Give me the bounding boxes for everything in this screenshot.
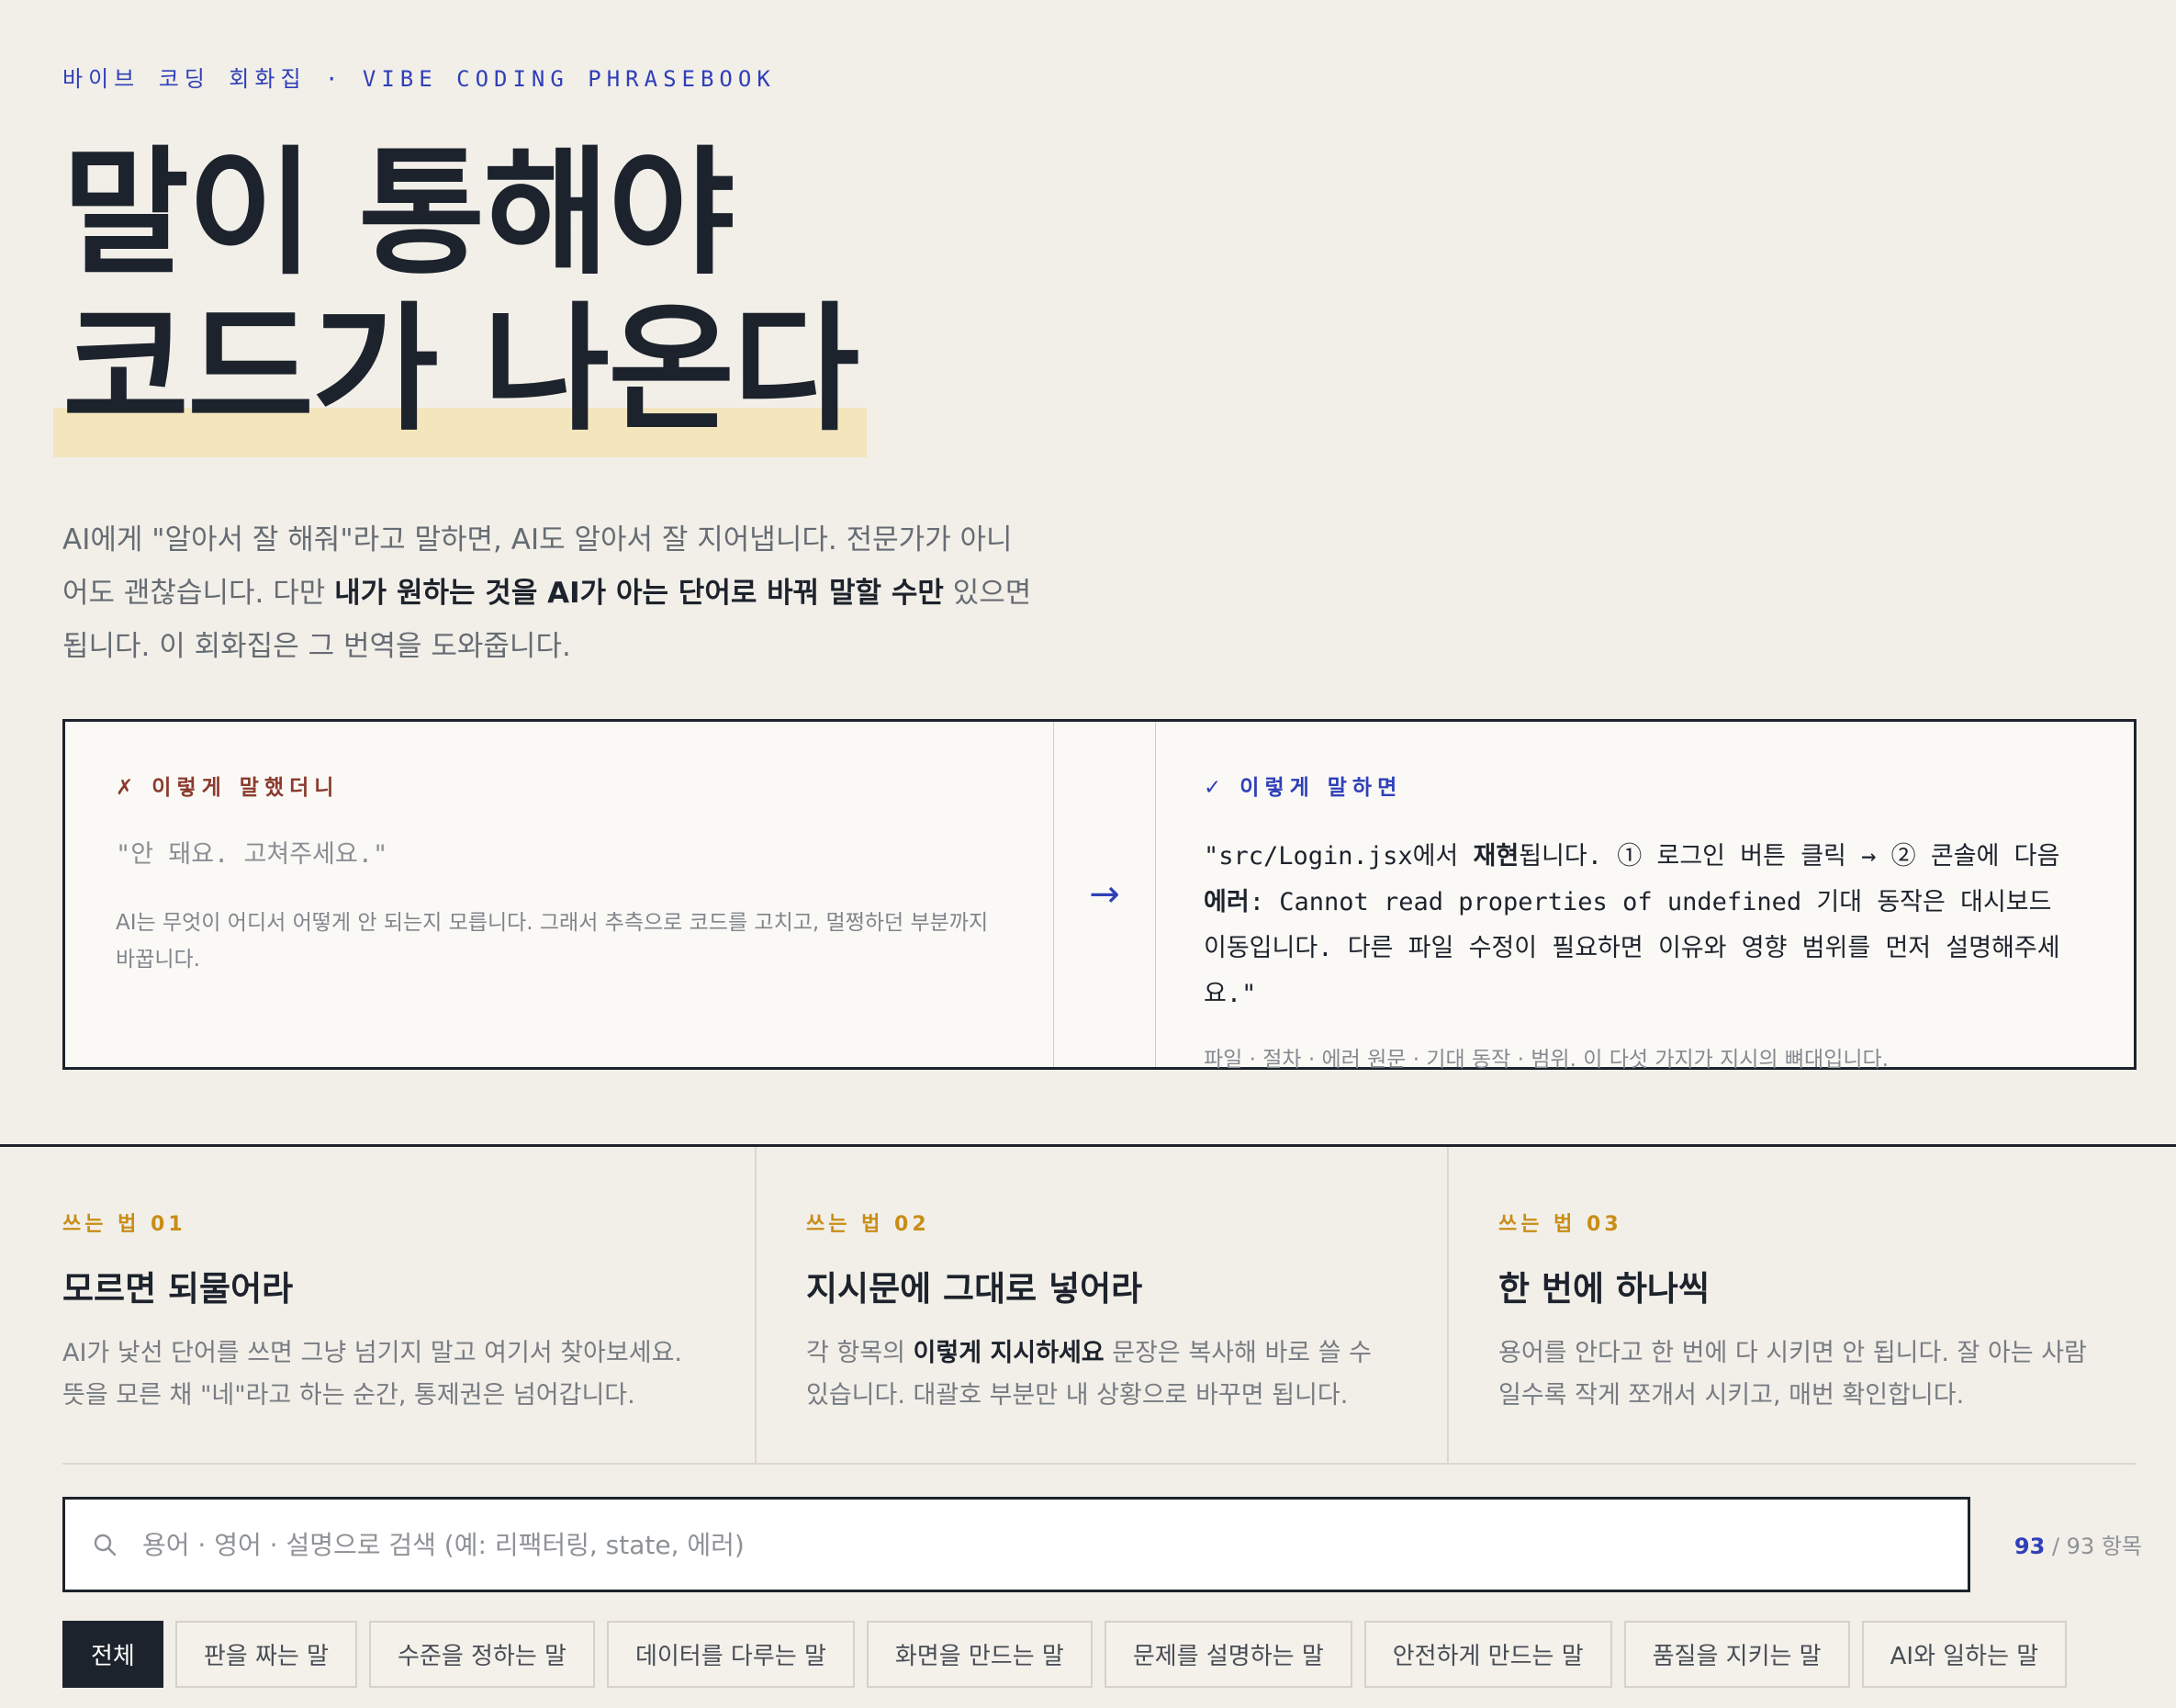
category-chip-problem[interactable]: 문제를 설명하는 말 [1104, 1621, 1352, 1688]
good-quote-part: 됩니다. ① 로그인 버튼 클릭 → ② 콘솔에 다음 [1519, 842, 2060, 871]
category-chip-all[interactable]: 전체 [62, 1621, 163, 1688]
hero-title-line-1: 말이 통해야 [62, 134, 735, 294]
good-quote-keyword-reproduce: 재현 [1473, 842, 1520, 871]
category-chip-data[interactable]: 데이터를 다루는 말 [606, 1621, 855, 1688]
category-chip-quality[interactable]: 품질을 지키는 말 [1623, 1621, 1850, 1688]
result-count-separator: / [2045, 1534, 2067, 1559]
tip-card-1: 쓰는 법 01 모르면 되물어라 AI가 낯선 단어를 쓰면 그냥 넘기지 말고… [62, 1147, 755, 1463]
tip-number: 쓰는 법 01 [62, 1213, 186, 1236]
tip-title: 지시문에 그대로 넣어라 [806, 1269, 1143, 1309]
bad-example-label: ✗ 이렇게 말했더니 [116, 776, 340, 800]
category-chip-level[interactable]: 수준을 정하는 말 [368, 1621, 595, 1688]
category-chip-safety[interactable]: 안전하게 만드는 말 [1363, 1621, 1612, 1688]
bad-example-quote: "안 돼요. 고쳐주세요." [116, 840, 388, 869]
good-example-quote: "src/Login.jsx에서 재현됩니다. ① 로그인 버튼 클릭 → ② … [1204, 834, 2083, 1017]
before-after-comparison: ✗ 이렇게 말했더니 "안 돼요. 고쳐주세요." AI는 무엇이 어디서 어떻… [62, 719, 2137, 1072]
tip-title: 한 번에 하나씩 [1498, 1269, 1711, 1309]
tip-desc-emphasis: 이렇게 지시하세요 [913, 1339, 1105, 1367]
tip-description: 용어를 안다고 한 번에 다 시키면 안 됩니다. 잘 아는 사람일수록 작게 … [1498, 1339, 2087, 1410]
hero-title-line-2: 코드가 나온다 [52, 290, 868, 457]
hero-lead: AI에게 "알아서 잘 해줘"라고 말하면, AI도 알아서 잘 지어냅니다. … [62, 513, 1036, 673]
good-quote-part: "src/Login.jsx에서 [1204, 842, 1474, 871]
search-icon [94, 1534, 117, 1556]
bad-example-panel: ✗ 이렇게 말했더니 "안 돼요. 고쳐주세요." AI는 무엇이 어디서 어떻… [65, 722, 1053, 1067]
hero-title-line-2-text: 코드가 나온다 [62, 290, 859, 450]
usage-tips: 쓰는 법 01 모르면 되물어라 AI가 낯선 단어를 쓰면 그냥 넘기지 말고… [62, 1147, 2137, 1465]
category-chip-planning[interactable]: 판을 짜는 말 [174, 1621, 357, 1688]
bad-example-description: AI는 무엇이 어디서 어떻게 안 되는지 모릅니다. 그래서 추측으로 코드를… [116, 911, 989, 972]
result-count-total: 93 항목 [2066, 1534, 2142, 1559]
category-chip-screen[interactable]: 화면을 만드는 말 [866, 1621, 1093, 1688]
tip-description: 각 항목의 이렇게 지시하세요 문장은 복사해 바로 쓸 수 있습니다. 대괄호… [806, 1332, 1447, 1417]
good-quote-part: : Cannot read properties of undefined 기대… [1204, 888, 2060, 1008]
lead-emphasis: 내가 원하는 것을 AI가 아는 단어로 바꿔 말할 수만 [334, 577, 944, 610]
result-count: 93 / 93 항목 [2014, 1528, 2142, 1560]
search-input[interactable] [140, 1528, 1889, 1561]
tip-number: 쓰는 법 02 [806, 1213, 930, 1236]
search-box[interactable] [62, 1497, 1970, 1592]
category-filter: 전체 판을 짜는 말 수준을 정하는 말 데이터를 다루는 말 화면을 만드는 … [62, 1621, 2068, 1688]
tip-card-3: 쓰는 법 03 한 번에 하나씩 용어를 안다고 한 번에 다 시키면 안 됩니… [1447, 1147, 2137, 1463]
tip-desc-part: 각 항목의 [806, 1339, 914, 1367]
good-example-label: ✓ 이렇게 말하면 [1204, 776, 1403, 800]
good-example-panel: ✓ 이렇게 말하면 "src/Login.jsx에서 재현됩니다. ① 로그인 … [1156, 722, 2134, 1072]
good-example-note: 파일 · 절차 · 에러 원문 · 기대 동작 · 범위. 이 다섯 가지가 지… [1204, 1048, 1890, 1072]
hero-title: 말이 통해야 코드가 나온다 [52, 134, 868, 457]
good-quote-keyword-error: 에러 [1204, 888, 1250, 916]
category-chip-ai-work[interactable]: AI와 일하는 말 [1861, 1621, 2068, 1688]
phrasebook-kicker: 바이브 코딩 회화집 · VIBE CODING PHRASEBOOK [62, 66, 776, 92]
tip-number: 쓰는 법 03 [1498, 1213, 1622, 1236]
tip-title: 모르면 되물어라 [62, 1269, 294, 1309]
arrow-right-icon: → [1053, 722, 1156, 1067]
tip-description: AI가 낯선 단어를 쓰면 그냥 넘기지 말고 여기서 찾아보세요. 뜻을 모른… [62, 1339, 682, 1410]
result-count-shown: 93 [2013, 1534, 2046, 1559]
tip-card-2: 쓰는 법 02 지시문에 그대로 넣어라 각 항목의 이렇게 지시하세요 문장은… [755, 1147, 1447, 1463]
